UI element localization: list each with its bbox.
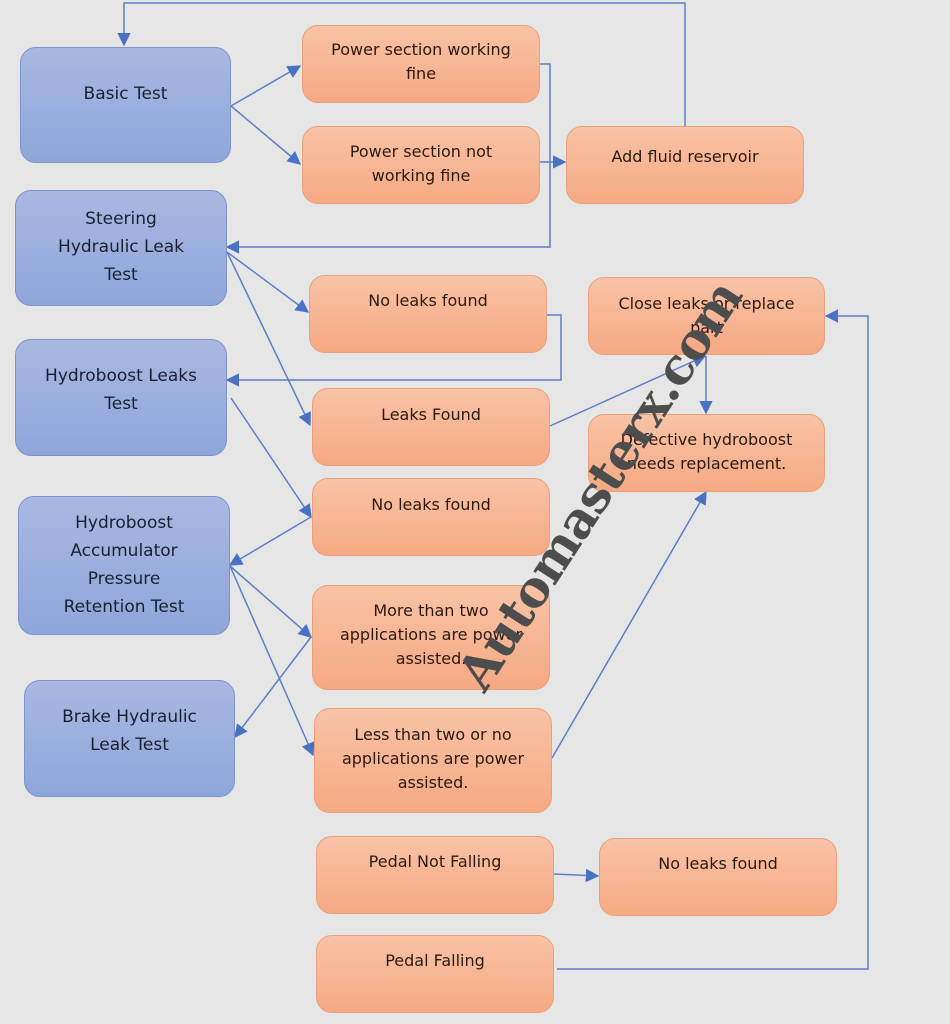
node-hydroboost-leaks-test[interactable]: Hydroboost Leaks Test	[15, 339, 227, 456]
node-power-not-working-fine[interactable]: Power section not working fine	[302, 126, 540, 204]
node-less-than-two[interactable]: Less than two or no applications are pow…	[314, 708, 552, 813]
edge-no-leaks-2-to-accumulator	[228, 516, 312, 566]
node-no-leaks-found-2[interactable]: No leaks found	[312, 478, 550, 556]
node-basic-test[interactable]: Basic Test	[20, 47, 231, 163]
node-label-line: Add fluid reservoir	[611, 147, 759, 166]
edge-accumulator-to-more-than-two	[229, 565, 313, 638]
node-label-line: Basic Test	[83, 84, 168, 104]
node-label-line: Accumulator	[70, 541, 178, 561]
node-steering-hydraulic-leak-test[interactable]: Steering Hydraulic Leak Test	[15, 190, 227, 306]
node-add-fluid-reservoir[interactable]: Add fluid reservoir	[566, 126, 804, 204]
node-label-line: Retention Test	[63, 597, 185, 617]
node-power-working-fine[interactable]: Power section working fine	[302, 25, 540, 103]
node-label-line: Hydroboost	[75, 513, 173, 533]
node-label-line: assisted.	[397, 773, 469, 792]
node-label-line: Hydroboost Leaks	[45, 366, 197, 386]
edge-more-than-two-to-brake	[234, 636, 312, 739]
node-label-line: working fine	[371, 166, 471, 185]
node-label-line: Test	[104, 394, 138, 414]
node-hydroboost-accumulator-test[interactable]: Hydroboost Accumulator Pressure Retentio…	[18, 496, 230, 635]
node-label-line: Power section not	[349, 142, 493, 161]
node-label-line: Pressure	[87, 569, 161, 589]
node-pedal-falling[interactable]: Pedal Falling	[316, 935, 554, 1013]
node-label-line: Brake Hydraulic	[62, 707, 197, 727]
edge-basic-to-working	[230, 65, 302, 107]
node-label-line: Pedal Not Falling	[368, 852, 502, 871]
node-label-line: Pedal Falling	[385, 951, 485, 970]
node-label-line: Hydraulic Leak	[58, 237, 184, 257]
node-no-leaks-found-3[interactable]: No leaks found	[599, 838, 837, 916]
edge-basic-to-not-working	[230, 105, 302, 165]
edge-pedal-not-falling-to-no-leaks-3	[553, 868, 600, 883]
node-label-line: Power section working	[331, 40, 511, 59]
node-label-line: applications are power	[341, 749, 525, 768]
node-label-line: Test	[104, 265, 138, 285]
edge-accumulator-to-less-than-two	[229, 565, 315, 757]
node-no-leaks-found-1[interactable]: No leaks found	[309, 275, 547, 353]
edge-steering-to-leaks-found	[226, 251, 311, 427]
node-label-line: More than two	[373, 601, 489, 620]
edge-steering-to-no-leaks-1	[226, 251, 310, 313]
node-label-line: Leak Test	[90, 735, 169, 755]
node-label-line: fine	[405, 64, 437, 83]
node-label-line: Less than two or no	[354, 725, 512, 744]
node-label-line: No leaks found	[371, 495, 491, 514]
node-leaks-found[interactable]: Leaks Found	[312, 388, 550, 466]
node-pedal-not-falling[interactable]: Pedal Not Falling	[316, 836, 554, 914]
node-brake-hydraulic-leak-test[interactable]: Brake Hydraulic Leak Test	[24, 680, 235, 797]
node-label-line: No leaks found	[658, 854, 778, 873]
node-label-line: Steering	[85, 209, 157, 229]
edge-hydroboost-leaks-to-no-leaks-2	[230, 397, 312, 519]
node-label-line: Leaks Found	[381, 405, 481, 424]
node-label-line: No leaks found	[368, 291, 488, 310]
